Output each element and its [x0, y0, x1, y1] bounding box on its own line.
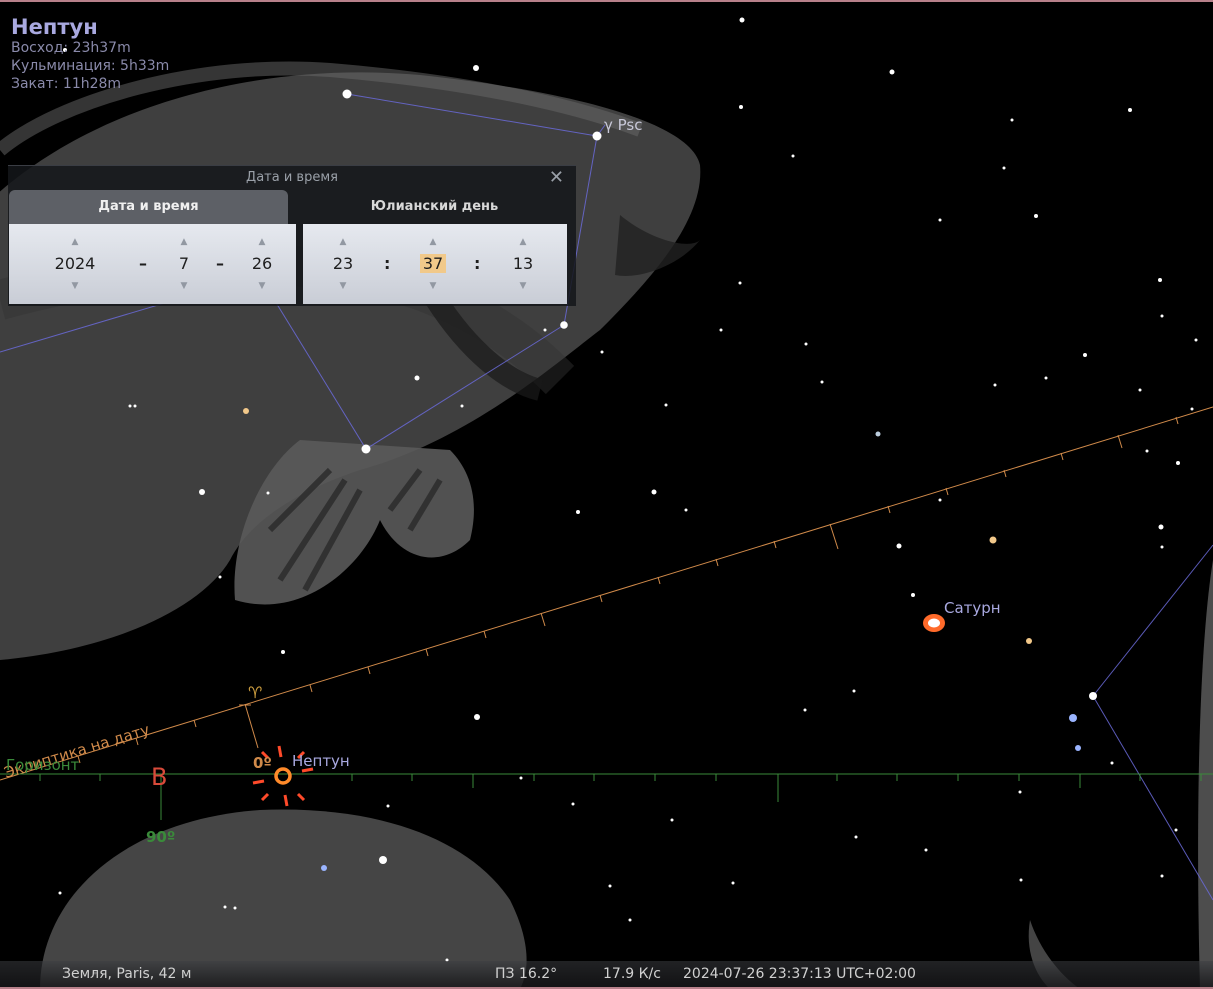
- status-fps: 17.9 К/с: [603, 966, 661, 982]
- minute-value-text: 37: [419, 254, 447, 273]
- date-panel: ▲ 2024 ▼ – ▲ 7 ▼ – ▲ 26 ▼: [9, 224, 296, 304]
- day-decrement-button[interactable]: ▼: [247, 279, 277, 293]
- ecliptic-zero-label: 0º: [253, 754, 272, 772]
- status-bar: Земля, Paris, 42 м ПЗ 16.2° 17.9 К/с 202…: [0, 961, 1213, 989]
- hour-decrement-button[interactable]: ▼: [328, 279, 358, 293]
- date-separator: –: [139, 254, 147, 273]
- year-value[interactable]: 2024: [45, 252, 105, 276]
- time-separator: :: [474, 254, 481, 273]
- day-value[interactable]: 26: [247, 252, 277, 276]
- second-spinner: ▲ 13 ▼: [508, 224, 538, 304]
- month-value[interactable]: 7: [169, 252, 199, 276]
- day-increment-button[interactable]: ▲: [247, 235, 277, 249]
- tab-julian-day[interactable]: Юлианский день: [302, 190, 567, 224]
- object-rise-time: Восход: 23h37m: [11, 40, 131, 56]
- time-separator: :: [384, 254, 391, 273]
- aries-symbol: ♈: [248, 683, 262, 702]
- month-increment-button[interactable]: ▲: [169, 235, 199, 249]
- hour-increment-button[interactable]: ▲: [328, 235, 358, 249]
- window-border-top: [0, 0, 1213, 2]
- second-increment-button[interactable]: ▲: [508, 235, 538, 249]
- object-name: Нептун: [11, 15, 98, 39]
- date-separator: –: [216, 254, 224, 273]
- hour-value[interactable]: 23: [328, 252, 358, 276]
- sky-view[interactable]: γ Psc Сатурн Нептун Эклиптика на дату Го…: [0, 0, 1213, 989]
- year-decrement-button[interactable]: ▼: [45, 279, 105, 293]
- object-transit-time: Кульминация: 5h33m: [11, 58, 170, 74]
- close-icon[interactable]: ✕: [549, 166, 564, 190]
- month-spinner: ▲ 7 ▼: [169, 224, 199, 304]
- star-label-gamma-psc: γ Psc: [604, 116, 643, 134]
- status-fov: ПЗ 16.2°: [495, 966, 558, 982]
- minute-decrement-button[interactable]: ▼: [418, 279, 448, 293]
- horizon-label: Горизонт: [6, 756, 80, 774]
- minute-increment-button[interactable]: ▲: [418, 235, 448, 249]
- time-panel: ▲ 23 ▼ : ▲ 37 ▼ : ▲ 13 ▼: [303, 224, 567, 304]
- tab-datetime[interactable]: Дата и время: [9, 190, 288, 224]
- saturn-marker[interactable]: [923, 614, 945, 632]
- month-decrement-button[interactable]: ▼: [169, 279, 199, 293]
- planet-label-neptune: Нептун: [292, 752, 350, 770]
- minute-spinner: ▲ 37 ▼: [418, 224, 448, 304]
- cardinal-east-label: В: [151, 763, 167, 791]
- object-info-panel: Нептун Восход: 23h37m Кульминация: 5h33m…: [11, 15, 169, 93]
- datetime-dialog: Дата и время ✕ Дата и время Юлианский де…: [8, 165, 576, 306]
- horizon-line: [0, 773, 1213, 820]
- second-decrement-button[interactable]: ▼: [508, 279, 538, 293]
- year-increment-button[interactable]: ▲: [45, 235, 105, 249]
- hour-spinner: ▲ 23 ▼: [328, 224, 358, 304]
- second-value[interactable]: 13: [508, 252, 538, 276]
- dialog-title: Дата и время: [246, 170, 338, 185]
- year-spinner: ▲ 2024 ▼: [45, 224, 105, 304]
- planet-label-saturn: Сатурн: [944, 599, 1001, 617]
- object-set-time: Закат: 11h28m: [11, 76, 122, 92]
- minute-value[interactable]: 37: [418, 252, 448, 276]
- status-location[interactable]: Земля, Paris, 42 м: [62, 966, 191, 982]
- status-datetime[interactable]: 2024-07-26 23:37:13 UTC+02:00: [683, 966, 916, 982]
- day-spinner: ▲ 26 ▼: [247, 224, 277, 304]
- azimuth-90-label: 90º: [146, 828, 175, 846]
